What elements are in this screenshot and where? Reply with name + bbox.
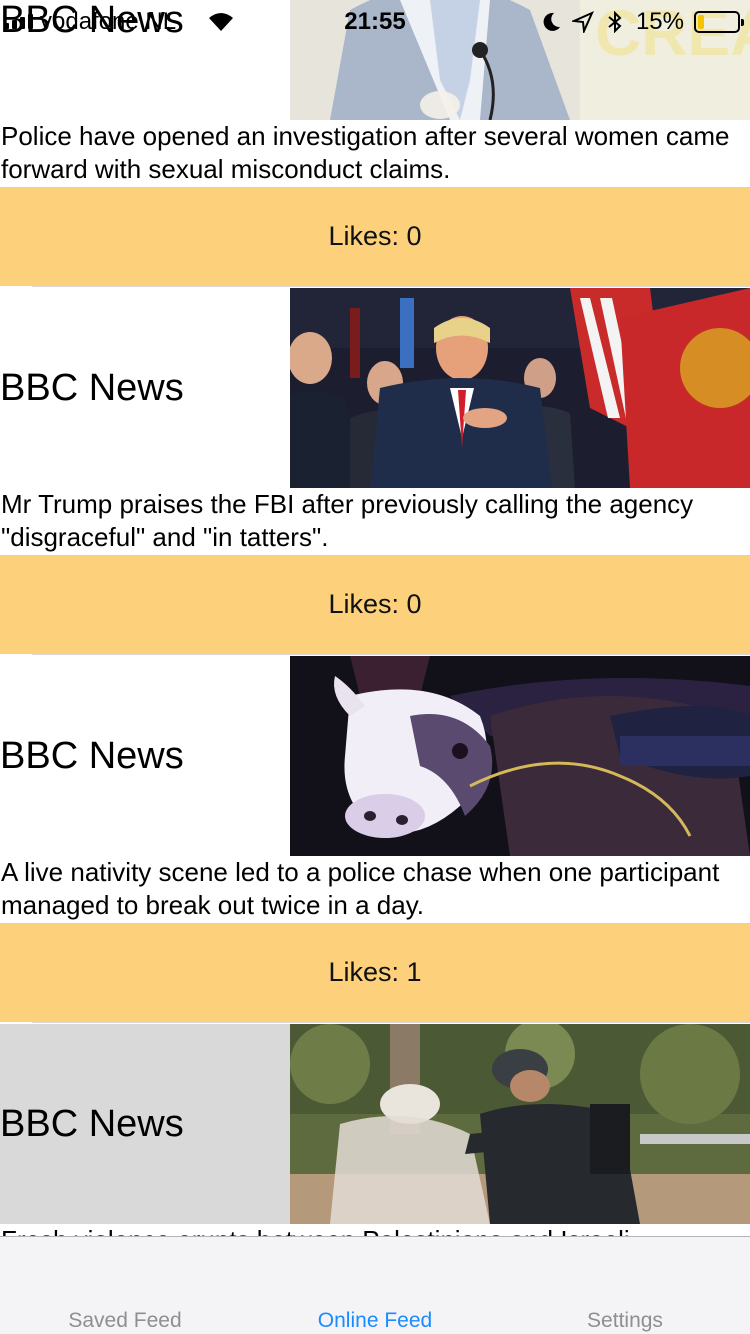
- feed-item[interactable]: BBC News: [0, 656, 750, 1023]
- feed-item[interactable]: BBC News: [0, 288, 750, 655]
- status-bar: vodafone NL 21:55 15%: [0, 0, 750, 40]
- do-not-disturb-moon-icon: [543, 12, 560, 31]
- feed-item-source: BBC News: [0, 735, 184, 777]
- bluetooth-icon: [608, 11, 622, 33]
- tab-settings[interactable]: Settings: [500, 1309, 750, 1333]
- feed-item-description: Fresh violence erupts between Palestinia…: [0, 1224, 750, 1236]
- battery-level-fill: [698, 15, 704, 29]
- tab-online-feed[interactable]: Online Feed: [250, 1309, 500, 1333]
- likes-count: Likes: 1: [328, 957, 422, 987]
- feed-item[interactable]: BBC News: [0, 1024, 750, 1236]
- likes-count: Likes: 0: [328, 221, 422, 251]
- battery-percentage: 15%: [635, 8, 684, 35]
- online-feed-list[interactable]: BBC News CREA Police have opened an inve…: [0, 0, 750, 1236]
- feed-item-photo: [290, 288, 750, 488]
- feed-item-description: Mr Trump praises the FBI after previousl…: [1, 489, 694, 552]
- likes-button[interactable]: Likes: 0: [0, 187, 750, 286]
- feed-item[interactable]: BBC News CREA Police have opened an inve…: [0, 0, 750, 287]
- row-divider: [32, 1022, 750, 1023]
- feed-item-photo: [290, 1024, 750, 1224]
- likes-count: Likes: 0: [328, 589, 422, 619]
- feed-item-source: BBC News: [0, 1103, 184, 1145]
- tab-saved-feed[interactable]: Saved Feed: [0, 1309, 250, 1333]
- location-arrow-icon: [571, 11, 594, 33]
- feed-item-header[interactable]: BBC News: [0, 1024, 750, 1224]
- feed-item-photo: [290, 656, 750, 856]
- feed-item-source: BBC News: [0, 367, 184, 409]
- likes-button[interactable]: Likes: 0: [0, 555, 750, 654]
- feed-item-description: Police have opened an investigation afte…: [1, 121, 730, 184]
- row-divider: [32, 286, 750, 287]
- row-divider: [32, 654, 750, 655]
- feed-item-header[interactable]: BBC News: [0, 288, 750, 488]
- tab-bar: Saved Feed Online Feed Settings: [0, 1236, 750, 1334]
- battery-icon: [694, 11, 744, 33]
- likes-button[interactable]: Likes: 1: [0, 923, 750, 1022]
- feed-item-header[interactable]: BBC News: [0, 656, 750, 856]
- feed-item-description: A live nativity scene led to a police ch…: [1, 857, 720, 920]
